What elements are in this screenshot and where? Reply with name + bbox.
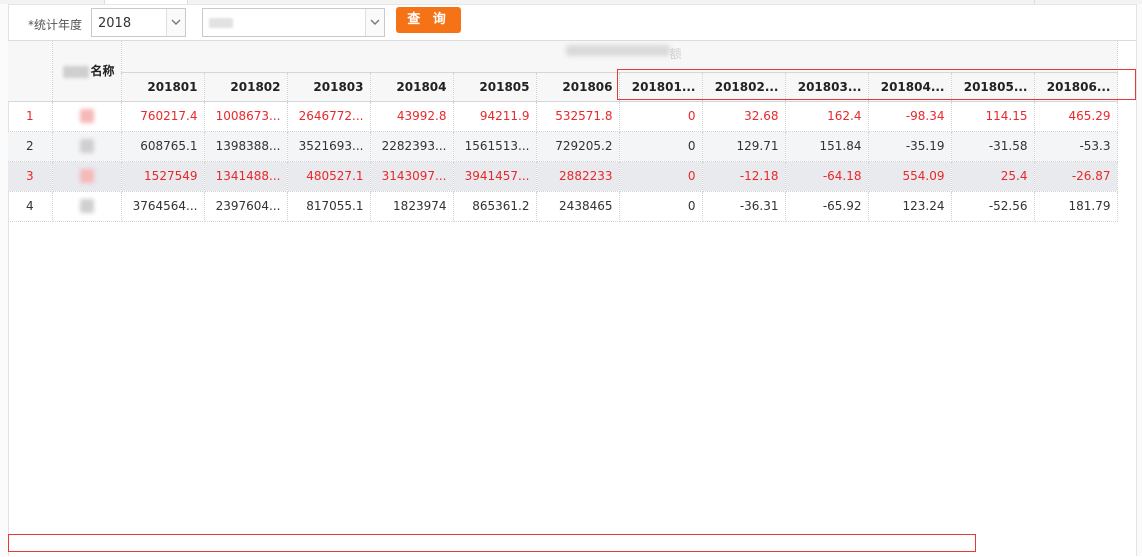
column-header-month[interactable]: 201802 — [204, 72, 288, 102]
table-row[interactable]: 2 608765.1 1398388... 3521693... 2282393... 1… — [8, 131, 1118, 162]
table-row[interactable]: 4 3764564... 2397604... 817055.1 1823974 8653… — [8, 191, 1118, 222]
chevron-down-icon — [171, 19, 181, 25]
value-cell: 2397604... — [204, 191, 288, 222]
table-row[interactable]: 3 1527549 1341488... 480527.1 3143097... 3941… — [8, 161, 1118, 192]
chevron-down-icon — [370, 19, 380, 25]
value-cell: 480527.1 — [287, 161, 371, 192]
value-cell: 94211.9 — [453, 101, 537, 132]
name-cell — [52, 161, 122, 192]
row-number: 1 — [8, 101, 53, 132]
value-cell: 760217.4 — [121, 101, 205, 132]
name-redacted — [79, 139, 94, 154]
value-cell: 1561513... — [453, 131, 537, 162]
rate-cell: -53.3 — [1034, 131, 1118, 162]
column-header-month[interactable]: 201805 — [453, 72, 537, 102]
name-header-text: 名称 — [90, 64, 115, 79]
value-cell: 817055.1 — [287, 191, 371, 222]
year-select-value: 2018 — [98, 16, 132, 31]
rate-cell: 0 — [619, 131, 703, 162]
column-header-rate[interactable]: 201806... — [1034, 72, 1118, 102]
value-cell: 2646772... — [287, 101, 371, 132]
value-cell: 532571.8 — [536, 101, 620, 132]
name-header-redacted — [63, 65, 90, 78]
value-cell: 1823974 — [370, 191, 454, 222]
rate-cell: 181.79 — [1034, 191, 1118, 222]
rate-cell: -31.58 — [951, 131, 1035, 162]
value-cell: 3764564... — [121, 191, 205, 222]
value-cell: 865361.2 — [453, 191, 537, 222]
rate-cell: 123.24 — [868, 191, 952, 222]
rate-cell: 162.4 — [785, 101, 869, 132]
group-header-redacted — [565, 45, 670, 56]
rate-cell: -52.56 — [951, 191, 1035, 222]
rate-cell: 25.4 — [951, 161, 1035, 192]
name-redacted — [79, 199, 94, 214]
column-header-rate[interactable]: 201801... — [619, 72, 703, 102]
year-label: *统计年度 — [28, 18, 83, 32]
rate-cell: -35.19 — [868, 131, 952, 162]
row-number: 3 — [8, 161, 53, 192]
column-header-month[interactable]: 201801 — [121, 72, 205, 102]
year-dropdown-trigger[interactable] — [166, 9, 185, 36]
name-cell — [52, 101, 122, 132]
value-cell: 729205.2 — [536, 131, 620, 162]
filter-toolbar: *统计年度 2018 查 询 — [8, 4, 1136, 40]
query-button[interactable]: 查 询 — [396, 7, 461, 33]
name-redacted — [79, 109, 94, 124]
row-number-header — [8, 41, 53, 102]
column-header-month[interactable]: 201803 — [287, 72, 371, 102]
row-number: 2 — [8, 131, 53, 162]
rate-cell: -26.87 — [1034, 161, 1118, 192]
table-body: 1 760217.4 1008673... 2646772... 43992.8 9421… — [8, 101, 1118, 222]
org-select-value-redacted — [209, 18, 233, 28]
rate-cell: 129.71 — [702, 131, 786, 162]
rate-cell: -98.34 — [868, 101, 952, 132]
group-header: 额 — [121, 41, 1118, 73]
data-grid: 名称 额 201801 201802 201803 201804 201805 20180… — [8, 40, 1136, 557]
column-header-row: 201801 201802 201803 201804 201805 201806 2018… — [8, 72, 1118, 102]
value-cell: 1341488... — [204, 161, 288, 192]
value-cell: 3143097... — [370, 161, 454, 192]
value-cell: 1008673... — [204, 101, 288, 132]
value-cell: 2438465 — [536, 191, 620, 222]
column-header-rate[interactable]: 201802... — [702, 72, 786, 102]
year-select[interactable]: 2018 — [91, 8, 186, 37]
value-cell: 608765.1 — [121, 131, 205, 162]
row-number: 4 — [8, 191, 53, 222]
value-cell: 2282393... — [370, 131, 454, 162]
name-header[interactable]: 名称 — [52, 41, 122, 102]
column-header-month[interactable]: 201806 — [536, 72, 620, 102]
rate-cell: 32.68 — [702, 101, 786, 132]
rate-cell: -64.18 — [785, 161, 869, 192]
value-cell: 3941457... — [453, 161, 537, 192]
value-cell: 3521693... — [287, 131, 371, 162]
rate-cell: 465.29 — [1034, 101, 1118, 132]
column-header-month[interactable]: 201804 — [370, 72, 454, 102]
rate-cell: 114.15 — [951, 101, 1035, 132]
column-header-rate[interactable]: 201804... — [868, 72, 952, 102]
rate-cell: 151.84 — [785, 131, 869, 162]
name-cell — [52, 131, 122, 162]
rate-cell: 0 — [619, 101, 703, 132]
rate-cell: 0 — [619, 191, 703, 222]
value-cell: 43992.8 — [370, 101, 454, 132]
rate-cell: -65.92 — [785, 191, 869, 222]
column-header-rate[interactable]: 201805... — [951, 72, 1035, 102]
column-header-rate[interactable]: 201803... — [785, 72, 869, 102]
data-table: 名称 额 201801 201802 201803 201804 201805 20180… — [8, 41, 1118, 222]
org-dropdown-trigger[interactable] — [365, 9, 384, 36]
right-panel-edge — [1136, 4, 1142, 556]
org-select[interactable] — [202, 8, 385, 37]
name-redacted — [79, 169, 94, 184]
rate-cell: 0 — [619, 161, 703, 192]
value-cell: 1398388... — [204, 131, 288, 162]
value-cell: 1527549 — [121, 161, 205, 192]
rate-cell: -36.31 — [702, 191, 786, 222]
group-header-suffix: 额 — [669, 47, 682, 61]
rate-cell: -12.18 — [702, 161, 786, 192]
rate-cell: 554.09 — [868, 161, 952, 192]
value-cell: 2882233 — [536, 161, 620, 192]
name-cell — [52, 191, 122, 222]
table-row[interactable]: 1 760217.4 1008673... 2646772... 43992.8 9421… — [8, 101, 1118, 132]
